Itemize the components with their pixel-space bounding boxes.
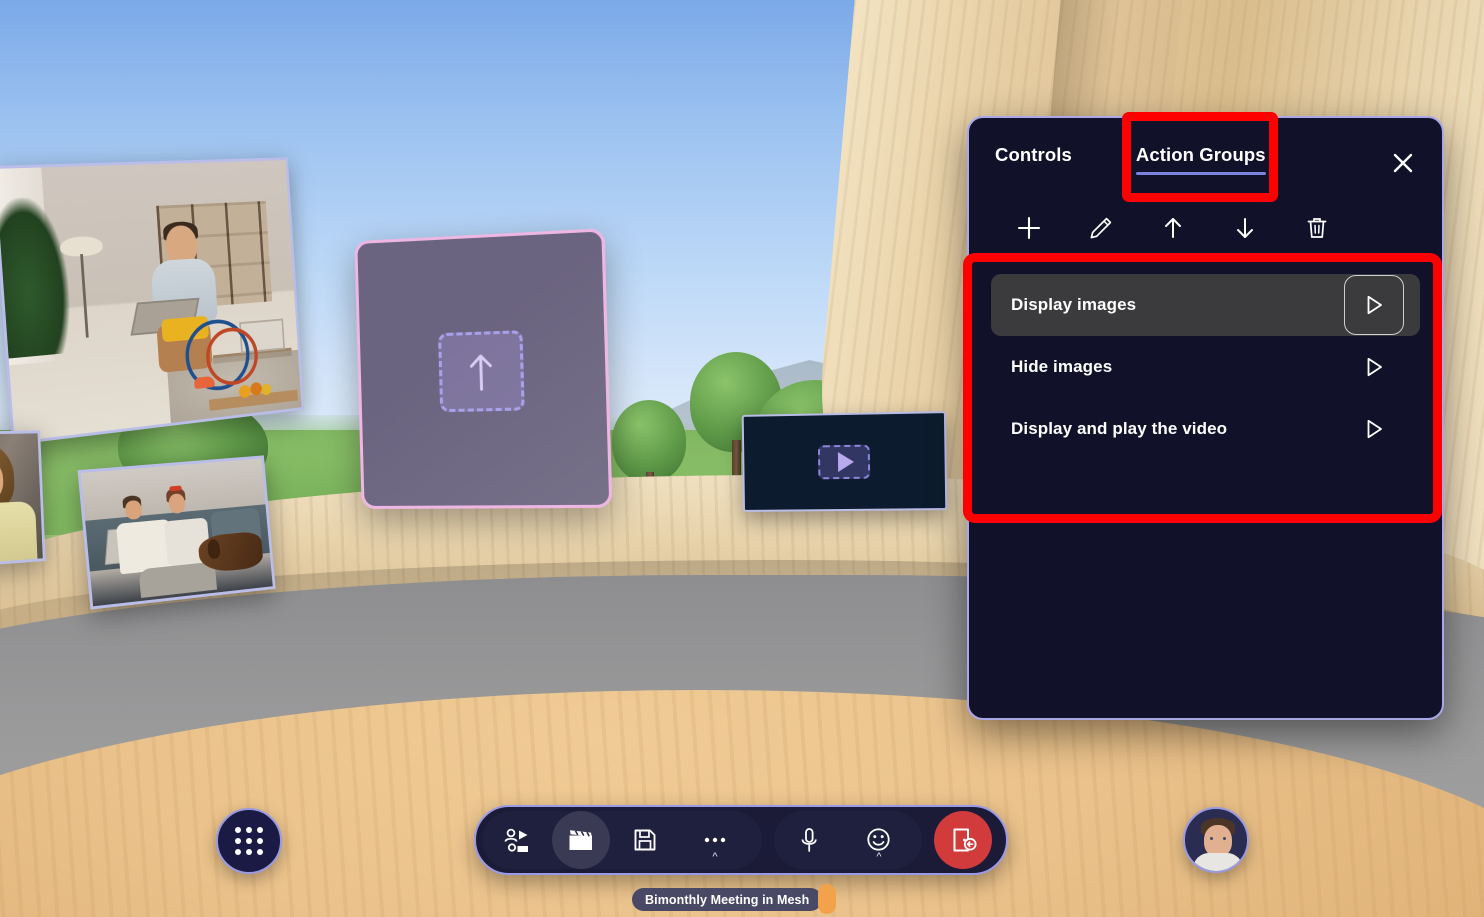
move-up-button[interactable] [1137,206,1209,250]
play-icon [1367,419,1382,439]
action-groups-toolbar [969,200,1442,256]
add-action-group-button[interactable] [993,206,1065,250]
panel-tab-bar: Controls Action Groups [969,118,1442,200]
pencil-icon [1090,217,1112,239]
plus-icon [1017,216,1041,240]
play-icon [1367,357,1382,377]
arrow-up-icon [1165,218,1181,238]
play-icon [837,451,854,473]
presence-indicator [818,884,836,914]
meeting-title-chip: Bimonthly Meeting in Mesh [632,888,823,911]
play-icon [1367,295,1382,315]
play-action-group-button[interactable] [1344,399,1404,459]
toolbar-group-content: ^ [482,811,762,869]
action-group-label: Display images [1011,295,1137,314]
arrow-down-icon [1237,218,1253,238]
reactions-button[interactable]: ^ [844,811,914,869]
chevron-up-icon: ^ [712,851,718,863]
scene-panel-upload-placeholder[interactable] [354,228,613,510]
scene-panel-video-placeholder[interactable] [741,411,948,512]
scene-photo-couch[interactable] [77,455,276,610]
toolbar-group-audio: ^ [774,811,922,869]
meeting-title: Bimonthly Meeting in Mesh [645,892,810,907]
grid-dots-icon [235,827,263,855]
microphone-button[interactable] [774,811,844,869]
close-icon [1393,153,1413,173]
share-content-button[interactable] [482,811,552,869]
app-launcher-button[interactable] [216,808,282,874]
video-dropzone[interactable] [817,444,870,480]
people-share-icon [504,828,528,852]
close-button[interactable] [1388,148,1418,178]
emoji-icon [867,828,890,851]
play-action-group-button[interactable] [1344,275,1404,335]
leave-button[interactable] [934,811,992,869]
clapperboard-icon [569,830,592,850]
tab-controls[interactable]: Controls [995,144,1072,175]
tab-action-groups[interactable]: Action Groups [1135,144,1266,175]
more-options-button[interactable]: ^ [680,811,750,869]
move-down-button[interactable] [1209,206,1281,250]
chevron-up-icon: ^ [876,851,882,863]
save-icon [634,829,656,851]
microphone-icon [801,828,817,852]
play-action-group-button[interactable] [1344,337,1404,397]
save-button[interactable] [610,811,680,869]
action-groups-list: Display images Hide images Display and p… [985,268,1426,478]
scene-photo-woman[interactable] [0,430,46,568]
upload-dropzone[interactable] [437,330,525,413]
action-group-label: Display and play the video [1011,419,1228,438]
edit-action-group-button[interactable] [1065,206,1137,250]
scene-photo-wheelchair[interactable] [0,157,305,446]
trash-icon [1307,218,1327,238]
more-icon [704,837,726,843]
screen: Controls Action Groups Display images Hi… [0,0,1484,917]
upload-arrow-icon [467,351,495,393]
scripted-experience-button[interactable] [552,811,610,869]
action-group-row-display-and-play-the-video[interactable]: Display and play the video [991,398,1420,460]
action-group-row-hide-images[interactable]: Hide images [991,336,1420,398]
meeting-toolbar: ^ ^ [474,805,1008,875]
delete-action-group-button[interactable] [1281,206,1353,250]
action-group-label: Hide images [1011,357,1113,376]
action-group-row-display-images[interactable]: Display images [991,274,1420,336]
leave-icon [953,828,977,852]
avatar[interactable] [1183,807,1249,873]
action-groups-panel: Controls Action Groups Display images Hi… [967,116,1444,720]
